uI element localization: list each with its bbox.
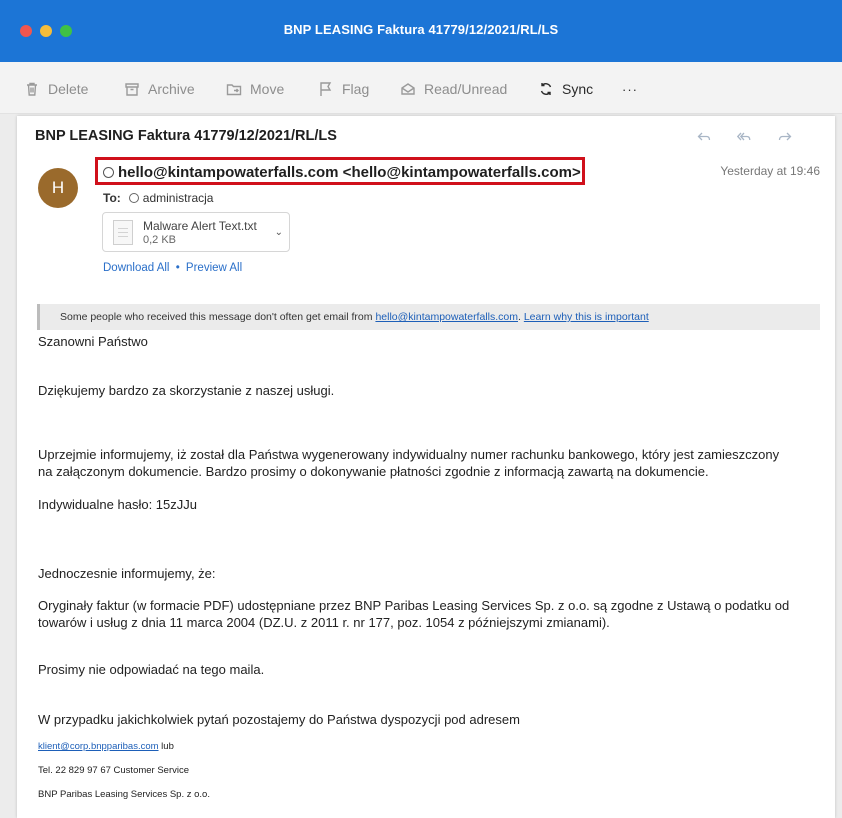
sync-icon bbox=[540, 83, 552, 95]
more-button[interactable]: ··· bbox=[622, 78, 638, 100]
body-paragraph-contact: W przypadku jakichkolwiek pytań pozostaj… bbox=[38, 712, 520, 727]
window-titlebar: BNP LEASING Faktura 41779/12/2021/RL/LS bbox=[0, 0, 842, 62]
sender-text: hello@kintampowaterfalls.com <hello@kint… bbox=[118, 164, 581, 181]
recipient-line: To: administracja bbox=[103, 191, 213, 205]
attachment-card[interactable]: Malware Alert Text.txt 0,2 KB ⌄ bbox=[102, 212, 290, 252]
body-paragraph-thanks: Dziękujemy bardzo za skorzystanie z nasz… bbox=[38, 383, 335, 398]
body-password: Indywidualne hasło: 15zJJu bbox=[38, 497, 197, 512]
contact-line: klient@corp.bnpparibas.com lub bbox=[38, 741, 174, 752]
text-file-icon bbox=[113, 220, 133, 245]
read-unread-button[interactable]: Read/Unread bbox=[400, 78, 507, 100]
learn-why-link[interactable]: Learn why this is important bbox=[524, 311, 649, 323]
archive-icon bbox=[125, 83, 139, 96]
forward-icon bbox=[778, 132, 792, 141]
contact-email-link[interactable]: klient@corp.bnpparibas.com bbox=[38, 741, 159, 752]
separator-dot: • bbox=[175, 262, 180, 274]
reply-all-icon bbox=[736, 132, 751, 141]
recipient-name[interactable]: administracja bbox=[143, 191, 214, 205]
trash-icon bbox=[27, 82, 37, 96]
flag-button[interactable]: Flag bbox=[318, 78, 369, 100]
sender-presence-icon bbox=[103, 167, 114, 178]
reply-button[interactable] bbox=[697, 130, 711, 144]
attachment-size: 0,2 KB bbox=[143, 234, 177, 246]
contact-phone: Tel. 22 829 97 67 Customer Service bbox=[38, 765, 190, 776]
download-all-link[interactable]: Download All bbox=[103, 262, 169, 274]
preview-all-link[interactable]: Preview All bbox=[186, 262, 242, 274]
message-subject: BNP LEASING Faktura 41779/12/2021/RL/LS bbox=[35, 128, 337, 144]
recipient-presence-icon bbox=[128, 193, 139, 203]
sender-avatar: H bbox=[38, 168, 78, 208]
sync-label: Sync bbox=[562, 81, 594, 97]
sender-address[interactable]: hello@kintampowaterfalls.com <hello@kint… bbox=[103, 164, 581, 181]
reply-icon bbox=[697, 132, 711, 141]
body-paragraph-invoices-2: towarów i usług z dnia 11 marca 2004 (DZ… bbox=[38, 615, 610, 630]
delete-label: Delete bbox=[48, 81, 89, 97]
move-label: Move bbox=[250, 81, 285, 97]
read-unread-label: Read/Unread bbox=[424, 81, 508, 97]
more-icon: ··· bbox=[622, 81, 638, 97]
flag-label: Flag bbox=[342, 81, 370, 97]
attachment-name: Malware Alert Text.txt bbox=[143, 219, 257, 233]
body-paragraph-invoices-1: Oryginały faktur (w formacie PDF) udostę… bbox=[38, 598, 790, 613]
body-paragraph-account-2: na załączonym dokumencie. Bardzo prosimy… bbox=[38, 464, 709, 479]
contact-suffix: lub bbox=[158, 741, 174, 752]
forward-button[interactable] bbox=[778, 130, 792, 144]
sync-button[interactable]: Sync bbox=[538, 78, 593, 100]
attachment-actions: Download All • Preview All bbox=[103, 262, 242, 274]
notice-sender-link[interactable]: hello@kintampowaterfalls.com bbox=[375, 311, 518, 323]
chevron-down-icon[interactable]: ⌄ bbox=[275, 227, 283, 238]
envelope-open-icon bbox=[401, 83, 415, 95]
body-paragraph-notice: Jednoczesnie informujemy, że: bbox=[38, 566, 216, 581]
window-title: BNP LEASING Faktura 41779/12/2021/RL/LS bbox=[283, 22, 559, 37]
archive-button[interactable]: Archive bbox=[124, 78, 195, 100]
toolbar: Delete Archive Move Flag Read/Unread Syn… bbox=[0, 62, 842, 114]
external-sender-notice: Some people who received this message do… bbox=[37, 304, 820, 330]
archive-label: Archive bbox=[148, 81, 195, 97]
move-button[interactable]: Move bbox=[226, 78, 284, 100]
body-paragraph-noreply: Prosimy nie odpowiadać na tego maila. bbox=[38, 662, 265, 677]
folder-move-icon bbox=[226, 84, 242, 96]
body-greeting: Szanowni Państwo bbox=[38, 334, 148, 349]
body-paragraph-account-1: Uprzejmie informujemy, iż został dla Pań… bbox=[38, 447, 780, 462]
company-name: BNP Paribas Leasing Services Sp. z o.o. bbox=[38, 789, 210, 800]
flag-icon bbox=[320, 82, 332, 96]
to-label: To: bbox=[103, 191, 121, 205]
reply-all-button[interactable] bbox=[736, 130, 751, 144]
message-timestamp: Yesterday at 19:46 bbox=[720, 164, 820, 178]
notice-text: Some people who received this message do… bbox=[60, 311, 376, 323]
delete-button[interactable]: Delete bbox=[24, 78, 88, 100]
